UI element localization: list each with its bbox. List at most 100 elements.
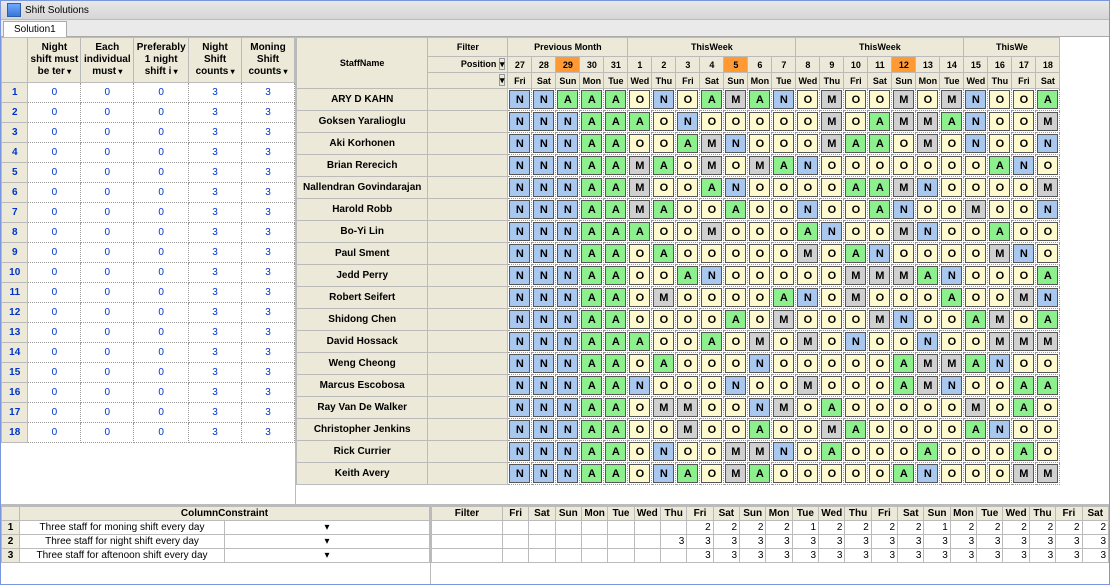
shift-cell[interactable]: A [700, 177, 724, 199]
shift-cell[interactable]: O [700, 353, 724, 375]
left-col-3[interactable]: Night Shift counts [189, 38, 242, 83]
count-cell[interactable]: 3 [713, 549, 739, 563]
shift-cell[interactable]: O [724, 221, 748, 243]
shift-cell[interactable]: A [652, 353, 676, 375]
shift-cell[interactable]: A [604, 155, 628, 177]
shift-cell[interactable]: O [844, 155, 868, 177]
constraint-row[interactable]: 1300033 [2, 323, 295, 343]
shift-cell[interactable]: N [508, 265, 532, 287]
constraint-row[interactable]: 1400033 [2, 343, 295, 363]
constraint-row[interactable]: 600033 [2, 183, 295, 203]
count-cell[interactable]: 2 [819, 521, 845, 535]
left-col-0[interactable]: Night shift must be ter [28, 38, 81, 83]
constraint-row[interactable]: 1700033 [2, 403, 295, 423]
shift-cell[interactable]: N [796, 287, 820, 309]
constraint-cell[interactable]: 0 [81, 103, 134, 123]
count-cell[interactable]: 3 [1082, 535, 1109, 549]
constraint-row[interactable]: 900033 [2, 243, 295, 263]
count-cell[interactable] [608, 549, 634, 563]
count-cell[interactable]: 2 [740, 521, 766, 535]
shift-cell[interactable]: A [748, 419, 772, 441]
shift-cell[interactable]: O [628, 265, 652, 287]
constraint-cell[interactable]: 3 [189, 363, 242, 383]
shift-cell[interactable]: A [1012, 441, 1036, 463]
shift-cell[interactable]: N [724, 133, 748, 155]
shift-cell[interactable]: M [892, 177, 916, 199]
count-cell[interactable] [581, 521, 607, 535]
constraint-dropdown-icon[interactable]: ▾ [225, 521, 430, 535]
staff-position[interactable] [428, 111, 508, 133]
constraint-cell[interactable]: 0 [134, 183, 189, 203]
shift-cell[interactable]: O [700, 397, 724, 419]
constraint-cell[interactable]: 3 [189, 83, 242, 103]
shift-cell[interactable]: O [1036, 243, 1060, 265]
shift-cell[interactable]: N [916, 463, 940, 485]
count-cell[interactable] [581, 535, 607, 549]
count-cell[interactable]: 2 [1029, 521, 1055, 535]
shift-cell[interactable]: O [940, 199, 964, 221]
day-num-18[interactable]: 18 [1036, 57, 1060, 73]
staff-name[interactable]: Ray Van De Walker [297, 397, 428, 419]
constraint-cell[interactable]: 0 [134, 423, 189, 443]
constraint-row[interactable]: 1100033 [2, 283, 295, 303]
shift-cell[interactable]: A [652, 155, 676, 177]
shift-cell[interactable]: N [844, 331, 868, 353]
staff-row[interactable]: Marcus EscobosaNNNAANOOONOOMOOOAMNOOAA [297, 375, 1060, 397]
shift-cell[interactable]: M [628, 199, 652, 221]
count-cell[interactable]: 3 [740, 549, 766, 563]
shift-cell[interactable]: N [700, 265, 724, 287]
shift-cell[interactable]: M [964, 199, 988, 221]
shift-cell[interactable]: M [844, 287, 868, 309]
shift-cell[interactable]: O [820, 199, 844, 221]
shift-cell[interactable]: O [940, 133, 964, 155]
shift-cell[interactable]: O [724, 419, 748, 441]
shift-cell[interactable]: O [724, 243, 748, 265]
shift-cell[interactable]: M [868, 265, 892, 287]
shift-cell[interactable]: A [580, 353, 604, 375]
shift-cell[interactable]: A [580, 133, 604, 155]
shift-cell[interactable]: A [580, 243, 604, 265]
count-cell[interactable]: 2 [845, 521, 871, 535]
shift-cell[interactable]: M [748, 441, 772, 463]
shift-cell[interactable]: O [940, 155, 964, 177]
shift-cell[interactable]: M [916, 133, 940, 155]
constraint-cell[interactable]: 0 [134, 303, 189, 323]
shift-cell[interactable]: A [604, 133, 628, 155]
shift-cell[interactable]: N [556, 331, 580, 353]
shift-cell[interactable]: M [988, 309, 1012, 331]
shift-cell[interactable]: O [868, 89, 892, 111]
count-cell[interactable] [529, 521, 555, 535]
constraint-cell[interactable]: 0 [28, 123, 81, 143]
shift-cell[interactable]: A [556, 89, 580, 111]
shift-cell[interactable]: M [868, 309, 892, 331]
count-cell[interactable]: 3 [898, 549, 924, 563]
constraint-cell[interactable]: 0 [81, 283, 134, 303]
shift-cell[interactable]: A [724, 199, 748, 221]
shift-cell[interactable]: O [988, 89, 1012, 111]
constraint-cell[interactable]: 0 [134, 363, 189, 383]
shift-cell[interactable]: A [652, 199, 676, 221]
shift-cell[interactable]: N [508, 441, 532, 463]
shift-cell[interactable]: N [508, 177, 532, 199]
count-cell[interactable] [608, 521, 634, 535]
shift-cell[interactable]: O [700, 441, 724, 463]
shift-cell[interactable]: N [556, 177, 580, 199]
shift-cell[interactable]: O [700, 111, 724, 133]
shift-cell[interactable]: A [844, 133, 868, 155]
shift-cell[interactable]: N [748, 397, 772, 419]
constraint-cell[interactable]: 0 [134, 83, 189, 103]
shift-cell[interactable]: A [700, 89, 724, 111]
day-num-31[interactable]: 31 [604, 57, 628, 73]
staff-row[interactable]: Robert SeifertNNNAAOMOOOOANOMOOOAOOMN [297, 287, 1060, 309]
staff-row[interactable]: Aki KorhonenNNNAAOOAMNOOOMAAOMONOON [297, 133, 1060, 155]
shift-cell[interactable]: A [988, 221, 1012, 243]
shift-cell[interactable]: A [580, 111, 604, 133]
shift-cell[interactable]: A [724, 309, 748, 331]
shift-cell[interactable]: O [724, 155, 748, 177]
shift-cell[interactable]: O [820, 287, 844, 309]
shift-cell[interactable]: M [916, 353, 940, 375]
shift-cell[interactable]: O [796, 463, 820, 485]
shift-cell[interactable]: A [604, 89, 628, 111]
count-cell[interactable]: 1 [792, 521, 818, 535]
shift-cell[interactable]: A [844, 419, 868, 441]
